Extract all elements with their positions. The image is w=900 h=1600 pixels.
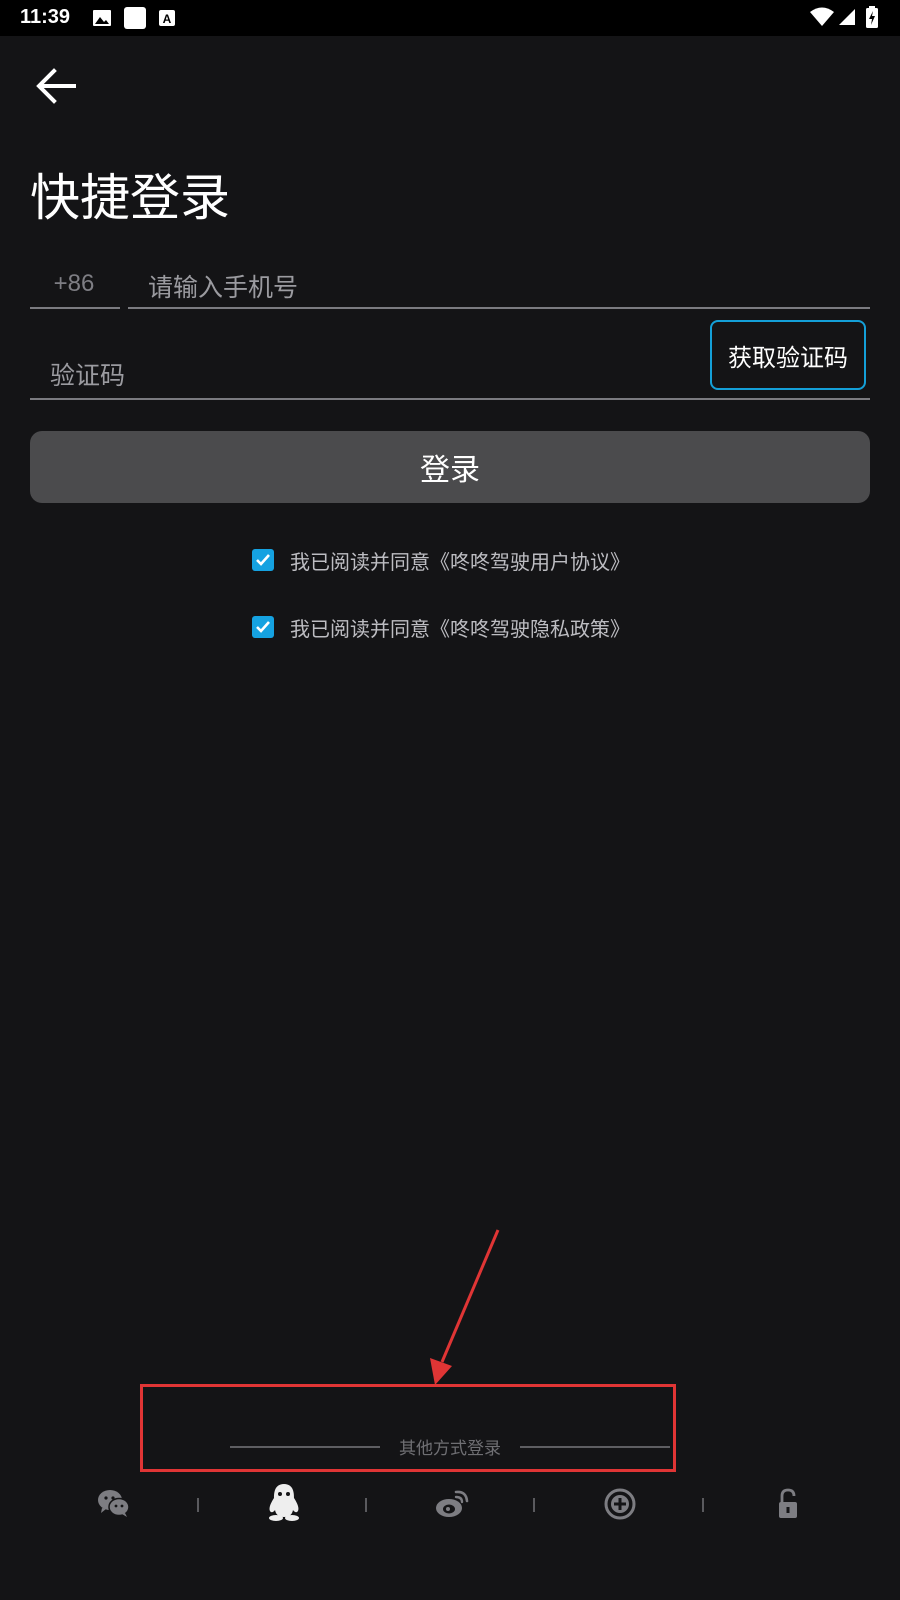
user-agreement-text[interactable]: 我已阅读并同意《咚咚驾驶用户协议》 (290, 546, 630, 575)
wifi-icon (810, 7, 834, 26)
unlock-icon[interactable] (770, 1486, 806, 1522)
page-title: 快捷登录 (30, 169, 230, 227)
get-code-button[interactable]: 获取验证码 (710, 320, 866, 390)
login-button[interactable]: 登录 (30, 431, 870, 503)
social-separator (533, 1498, 535, 1512)
other-login-label: 其他方式登录 (399, 1439, 501, 1459)
back-arrow-icon[interactable] (34, 64, 78, 108)
privacy-policy-text[interactable]: 我已阅读并同意《咚咚驾驶隐私政策》 (290, 613, 630, 642)
signal-icon (839, 9, 855, 25)
check-icon (256, 621, 270, 633)
qq-icon[interactable] (264, 1482, 304, 1522)
weibo-icon[interactable] (434, 1486, 470, 1522)
divider-right (520, 1446, 670, 1448)
text-a-icon: A (159, 10, 175, 26)
agreement-row-privacy: 我已阅读并同意《咚咚驾驶隐私政策》 (252, 612, 630, 642)
country-code[interactable]: +86 (30, 270, 118, 298)
privacy-policy-checkbox[interactable] (252, 616, 274, 638)
user-agreement-checkbox[interactable] (252, 549, 274, 571)
status-time: 11:39 (20, 6, 71, 28)
status-bar: 11:39 A (0, 0, 900, 36)
check-icon (256, 554, 270, 566)
code-underline (30, 398, 870, 400)
country-code-underline (30, 307, 120, 309)
verification-code-input[interactable] (48, 356, 682, 394)
agreement-row-user: 我已阅读并同意《咚咚驾驶用户协议》 (252, 545, 630, 575)
phone-underline (128, 307, 870, 309)
get-code-label: 获取验证码 (728, 343, 848, 372)
battery-charging-icon (866, 6, 878, 28)
plus-circle-icon[interactable] (602, 1486, 638, 1522)
social-separator (702, 1498, 704, 1512)
phone-input[interactable] (146, 268, 850, 306)
login-label: 登录 (420, 453, 480, 488)
annotation-arrow (430, 1229, 500, 1385)
notification-square-icon (124, 7, 146, 29)
divider-left (230, 1446, 380, 1448)
social-separator (365, 1498, 367, 1512)
social-separator (197, 1498, 199, 1512)
image-icon (93, 10, 111, 26)
svg-text:A: A (163, 12, 172, 26)
wechat-icon[interactable] (96, 1486, 132, 1522)
